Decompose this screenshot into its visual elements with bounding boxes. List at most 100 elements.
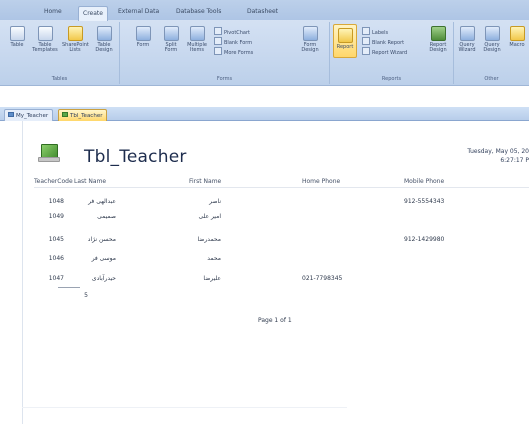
labels-button[interactable]: Labels xyxy=(362,27,388,36)
form-design-button[interactable]: Form Design xyxy=(296,26,324,53)
report-button-label: Report xyxy=(336,44,354,50)
cell-mobile-phone: 912-5554343 xyxy=(404,198,445,205)
report-column-headers: TeacherCode Last Name First Name Home Ph… xyxy=(34,178,529,188)
doc-tab-tbl-teacher[interactable]: Tbl_Teacher xyxy=(58,109,108,121)
table-design-label: Table Design xyxy=(95,42,113,53)
form-icon xyxy=(135,26,151,41)
ribbon-tab-strip: Home Create External Data Database Tools… xyxy=(0,0,529,21)
pivotchart-button[interactable]: PivotChart xyxy=(214,27,250,36)
table-button[interactable]: Table xyxy=(6,26,28,48)
ribbon-tab-datasheet[interactable]: Datasheet xyxy=(243,5,282,18)
macro-button[interactable]: Macro xyxy=(506,26,528,48)
ribbon-tab-external-data[interactable]: External Data xyxy=(114,5,163,18)
column-header-teachercode: TeacherCode xyxy=(34,178,73,185)
table-templates-icon xyxy=(37,26,53,41)
total-divider xyxy=(58,287,80,288)
record-count-total: 5 xyxy=(84,292,88,299)
cell-teachercode: 1048 xyxy=(48,198,64,205)
cell-last-name: موسی فر xyxy=(91,255,116,262)
split-form-label: Split Form xyxy=(164,42,178,53)
cell-last-name: حیدرآبادی xyxy=(91,275,116,282)
ribbon: Home Create External Data Database Tools… xyxy=(0,0,529,86)
cell-last-name: صمیمی xyxy=(97,213,116,220)
report-button[interactable]: Report xyxy=(333,24,357,58)
ribbon-group-label-tables: Tables xyxy=(51,76,68,82)
report-tab-icon xyxy=(62,112,68,117)
ribbon-group-other: Query Wizard Query Design Macro Other xyxy=(454,22,529,84)
ribbon-group-reports: Report Labels Blank Report Report Wizard… xyxy=(330,22,454,84)
more-forms-button[interactable]: More Forms xyxy=(214,47,253,56)
report-wizard-button[interactable]: Report Wizard xyxy=(362,47,407,56)
ribbon-group-label-other: Other xyxy=(484,76,499,82)
cell-teachercode: 1047 xyxy=(48,275,64,282)
multiple-items-button[interactable]: Multiple Items xyxy=(186,26,208,53)
table-row: 1049 صمیمی امیر علی xyxy=(34,213,529,225)
table-templates-label: Table Templates xyxy=(32,42,58,53)
table-design-button[interactable]: Table Design xyxy=(92,26,116,53)
macro-icon xyxy=(509,26,525,41)
column-header-last-name: Last Name xyxy=(74,178,107,185)
sharepoint-lists-label: SharePoint Lists xyxy=(62,42,89,53)
table-design-icon xyxy=(96,26,112,41)
report-design-icon xyxy=(430,26,446,41)
cell-teachercode: 1049 xyxy=(48,213,64,220)
ribbon-tab-create[interactable]: Create xyxy=(78,6,108,21)
form-design-icon xyxy=(302,26,318,41)
split-form-icon xyxy=(163,26,179,41)
multiple-items-label: Multiple Items xyxy=(187,42,207,53)
table-row: 1045 محسن نژاد محمدرضا 912-1429980 xyxy=(34,236,529,248)
page-bottom-divider xyxy=(22,407,347,408)
doc-tab-my-teacher[interactable]: My_Teacher xyxy=(4,109,54,121)
ribbon-body: Table Table Templates SharePoint Lists T… xyxy=(0,20,529,86)
cell-teachercode: 1046 xyxy=(48,255,64,262)
form-button-label: Form xyxy=(136,42,150,48)
table-row: 1046 موسی فر محمد xyxy=(34,255,529,267)
multiple-items-icon xyxy=(189,26,205,41)
blank-report-button[interactable]: Blank Report xyxy=(362,37,404,46)
cell-first-name: محمد xyxy=(207,255,221,262)
column-header-home-phone: Home Phone xyxy=(302,178,341,185)
blank-form-button[interactable]: Blank Form xyxy=(214,37,252,46)
cell-first-name: محمدرضا xyxy=(197,236,221,243)
cell-teachercode: 1045 xyxy=(48,236,64,243)
report-time: 6:27:17 P xyxy=(500,157,529,164)
report-date: Tuesday, May 05, 20 xyxy=(467,148,529,155)
cell-home-phone: 021-7798345 xyxy=(302,275,343,282)
document-tab-bar: My_Teacher Tbl_Teacher xyxy=(0,107,529,121)
table-templates-button[interactable]: Table Templates xyxy=(32,26,58,53)
table-row: 1048 عبدالهی فر ناصر 912-5554343 xyxy=(34,198,529,210)
query-wizard-button[interactable]: Query Wizard xyxy=(456,26,478,53)
report-design-label: Report Design xyxy=(429,42,447,53)
doc-tab-tbl-teacher-label: Tbl_Teacher xyxy=(70,113,103,119)
query-design-button[interactable]: Query Design xyxy=(481,26,503,53)
split-form-button[interactable]: Split Form xyxy=(160,26,182,53)
ribbon-tab-database-tools[interactable]: Database Tools xyxy=(172,5,225,18)
sharepoint-lists-button[interactable]: SharePoint Lists xyxy=(62,26,89,53)
form-tab-icon xyxy=(8,112,14,117)
report-design-button[interactable]: Report Design xyxy=(424,26,452,53)
ribbon-group-forms: Form Split Form Multiple Items PivotChar… xyxy=(120,22,330,84)
column-header-first-name: First Name xyxy=(189,178,222,185)
report-logo-icon xyxy=(38,144,60,162)
report-logo-base xyxy=(38,157,60,162)
table-button-label: Table xyxy=(10,42,24,48)
ribbon-group-label-reports: Reports xyxy=(381,76,402,82)
ribbon-group-tables: Table Table Templates SharePoint Lists T… xyxy=(0,22,120,84)
query-design-label: Query Design xyxy=(483,42,501,53)
form-button[interactable]: Form xyxy=(132,26,154,48)
query-wizard-label: Query Wizard xyxy=(458,42,476,53)
page-number: Page 1 of 1 xyxy=(258,317,292,324)
form-design-label: Form Design xyxy=(301,42,319,53)
cell-last-name: محسن نژاد xyxy=(87,236,116,243)
cell-first-name: علیرضا xyxy=(203,275,221,282)
macro-label: Macro xyxy=(509,42,525,48)
table-icon xyxy=(9,26,25,41)
cell-mobile-phone: 912-1429980 xyxy=(404,236,445,243)
cell-last-name: عبدالهی فر xyxy=(88,198,116,205)
report-title: Tbl_Teacher xyxy=(84,147,187,167)
query-design-icon xyxy=(484,26,500,41)
ribbon-group-label-forms: Forms xyxy=(216,76,233,82)
doc-tab-my-teacher-label: My_Teacher xyxy=(16,113,49,119)
cell-first-name: ناصر xyxy=(209,198,221,205)
ribbon-tab-home[interactable]: Home xyxy=(40,5,66,18)
